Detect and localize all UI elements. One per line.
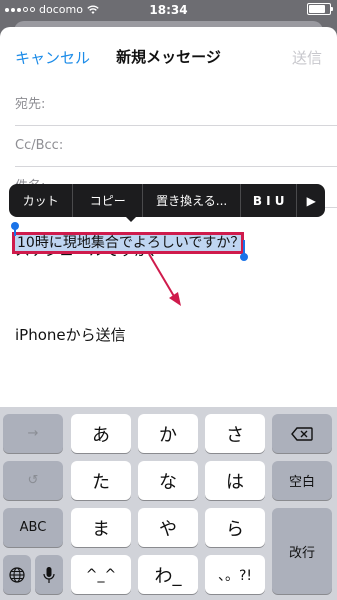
replace-menu-item[interactable]: 置き換える...: [143, 184, 242, 217]
nav-bar: キャンセル 新規メッセージ 送信: [0, 27, 337, 85]
key-ma[interactable]: ま: [71, 508, 131, 547]
globe-icon: [9, 566, 25, 583]
to-label: 宛先:: [15, 97, 46, 112]
microphone-icon: [43, 566, 55, 583]
next-candidate-key[interactable]: →: [3, 414, 63, 453]
selection-end-handle[interactable]: [240, 253, 248, 261]
to-field[interactable]: 宛先:: [15, 85, 337, 126]
copy-menu-item[interactable]: コピー: [73, 184, 144, 217]
key-ta[interactable]: た: [71, 461, 131, 500]
key-na[interactable]: な: [138, 461, 198, 500]
key-ya[interactable]: や: [138, 508, 198, 547]
clock: 18:34: [149, 3, 188, 17]
cut-menu-item[interactable]: カット: [9, 184, 74, 217]
status-bar: docomo 18:34: [0, 0, 337, 20]
compose-sheet: キャンセル 新規メッセージ 送信 宛先: Cc/Bcc: 件名: スケジュールで…: [0, 27, 337, 407]
battery-icon: [307, 3, 333, 15]
cc-bcc-field[interactable]: Cc/Bcc:: [15, 126, 337, 167]
key-a[interactable]: あ: [71, 414, 131, 453]
selected-text: 10時に現地集合でよろしいですか？: [17, 235, 245, 251]
annotation-arrow-icon: [148, 253, 181, 306]
selection-end-handle-bar: [243, 240, 245, 254]
selected-text-highlight[interactable]: 10時に現地集合でよろしいですか？: [12, 232, 244, 254]
more-menu-item[interactable]: ▶: [297, 184, 325, 217]
key-emoticon[interactable]: ^_^: [71, 555, 131, 594]
key-wa[interactable]: わ_: [138, 555, 198, 594]
key-ka[interactable]: か: [138, 414, 198, 453]
signature-text[interactable]: iPhoneから送信: [15, 324, 126, 345]
edit-menu: カット コピー 置き換える... B I U ▶: [9, 184, 325, 217]
key-ra[interactable]: ら: [205, 508, 265, 547]
key-ha[interactable]: は: [205, 461, 265, 500]
backspace-key[interactable]: [272, 414, 332, 453]
send-button[interactable]: 送信: [292, 47, 322, 68]
cancel-button[interactable]: キャンセル: [15, 47, 90, 68]
key-punctuation[interactable]: 、。?!: [205, 555, 265, 594]
space-key[interactable]: 空白: [272, 461, 332, 500]
edit-menu-pointer: [125, 216, 137, 222]
keyboard: → あ か さ ↺ た な は 空白 ABC ま や ら 改行 ^_^ わ_ 、…: [0, 407, 337, 600]
mic-key[interactable]: [35, 555, 63, 594]
undo-key[interactable]: ↺: [3, 461, 63, 500]
status-right: [307, 3, 333, 15]
globe-key[interactable]: [3, 555, 31, 594]
key-sa[interactable]: さ: [205, 414, 265, 453]
format-menu-item[interactable]: B I U: [241, 184, 298, 217]
return-key[interactable]: 改行: [272, 508, 332, 594]
cc-bcc-label: Cc/Bcc:: [15, 138, 64, 153]
backspace-icon: [291, 426, 313, 441]
abc-key[interactable]: ABC: [3, 508, 63, 547]
selection-start-handle[interactable]: [11, 222, 19, 230]
